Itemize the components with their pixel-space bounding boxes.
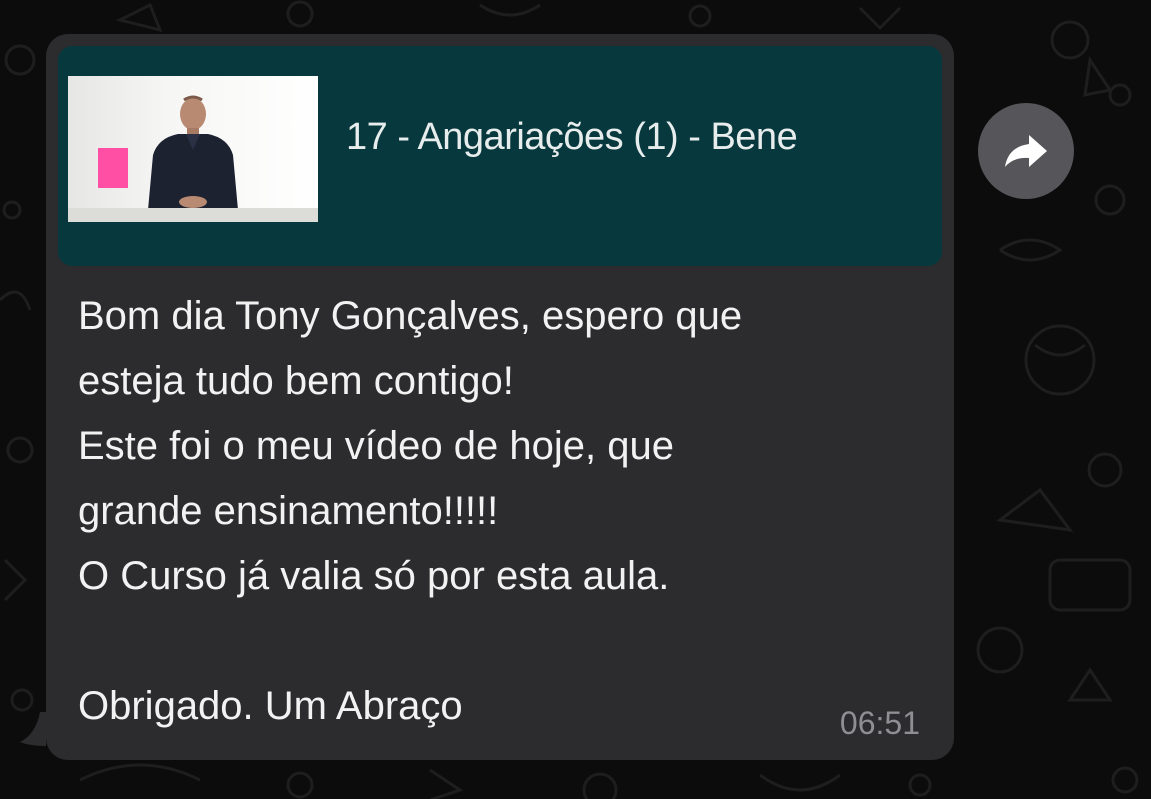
- message-line: Bom dia Tony Gonçalves, espero que: [78, 294, 743, 338]
- message-line: Obrigado. Um Abraço: [78, 684, 463, 728]
- thumbnail-pink-card: [98, 148, 128, 188]
- link-preview-title: 17 - Angariações (1) - Bene: [346, 116, 798, 158]
- message-line: grande ensinamento!!!!!: [78, 489, 499, 533]
- message-line: esteja tudo bem contigo!: [78, 359, 514, 403]
- presenter-figure: [148, 95, 238, 210]
- message-bubble[interactable]: 17 - Angariações (1) - Bene Bom dia Tony…: [46, 34, 954, 760]
- link-preview-card[interactable]: 17 - Angariações (1) - Bene: [58, 46, 942, 266]
- forward-arrow-icon: [1005, 135, 1047, 167]
- message-body: Bom dia Tony Gonçalves, espero que estej…: [78, 284, 938, 739]
- message-line: Este foi o meu vídeo de hoje, que: [78, 424, 674, 468]
- video-thumbnail[interactable]: [68, 76, 318, 222]
- thumbnail-desk: [68, 208, 318, 222]
- message-line: O Curso já valia só por esta aula.: [78, 554, 670, 598]
- bubble-tail: [20, 712, 46, 746]
- message-timestamp: 06:51: [839, 705, 920, 741]
- forward-button[interactable]: [978, 103, 1074, 199]
